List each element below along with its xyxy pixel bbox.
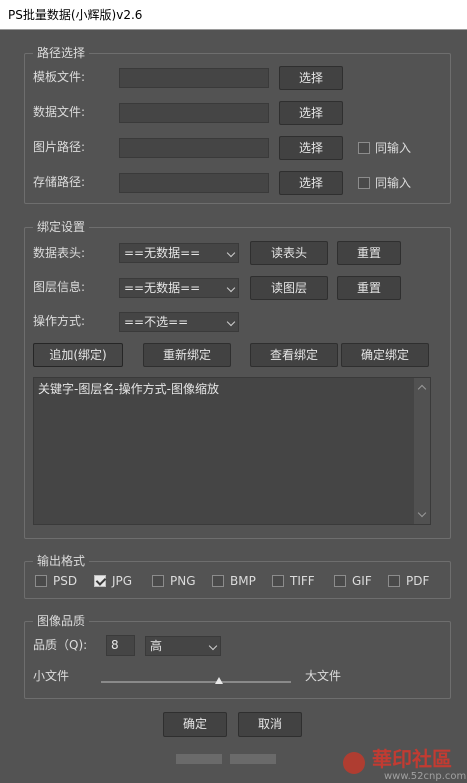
view-bind-button[interactable]: 查看绑定: [250, 343, 338, 367]
chevron-down-icon: [226, 248, 236, 258]
format-bmp-label: BMP: [230, 574, 256, 588]
quality-group: 图像品质 品质（Q): 8 高 小文件 大文件: [24, 613, 451, 699]
blurred-text: [230, 754, 276, 764]
ok-button[interactable]: 确定: [163, 712, 227, 737]
path-group-legend: 路径选择: [33, 45, 90, 61]
data-file-select-button[interactable]: 选择: [279, 101, 343, 125]
format-png-checkbox[interactable]: [152, 575, 164, 587]
format-tiff-checkbox[interactable]: [272, 575, 284, 587]
add-bind-button[interactable]: 追加(绑定): [33, 343, 123, 367]
template-file-select-button[interactable]: 选择: [279, 66, 343, 90]
image-path-label: 图片路径:: [33, 140, 86, 154]
path-group: 路径选择 模板文件: 选择 数据文件: 选择 图片路径: 选择 同输入 存储路径…: [24, 45, 451, 204]
format-jpg-label: JPG: [112, 574, 133, 588]
template-file-input[interactable]: [119, 68, 269, 88]
window-titlebar: PS批量数据(小辉版)v2.6: [0, 0, 467, 30]
operation-mode-label: 操作方式:: [33, 314, 86, 328]
chevron-down-icon: [208, 641, 218, 651]
image-path-same-label: 同输入: [375, 141, 412, 155]
save-path-select-button[interactable]: 选择: [279, 171, 343, 195]
reset-layer-button[interactable]: 重置: [337, 276, 401, 300]
image-path-input[interactable]: [119, 138, 269, 158]
layer-info-select-value: ==无数据==: [124, 281, 201, 295]
chevron-down-icon: [226, 317, 236, 327]
save-path-same-label: 同输入: [375, 176, 412, 190]
image-path-select-button[interactable]: 选择: [279, 136, 343, 160]
data-file-label: 数据文件:: [33, 105, 86, 119]
textarea-scrollbar[interactable]: [414, 378, 430, 524]
format-tiff-label: TIFF: [290, 574, 315, 588]
large-file-label: 大文件: [305, 669, 342, 683]
binding-textarea[interactable]: 关键字-图层名-操作方式-图像缩放: [33, 377, 431, 525]
scroll-down-icon[interactable]: [417, 508, 427, 518]
quality-slider-thumb[interactable]: [214, 677, 223, 684]
format-psd-label: PSD: [53, 574, 78, 588]
rebind-button[interactable]: 重新绑定: [143, 343, 231, 367]
quality-level-select-value: 高: [150, 639, 163, 653]
layer-info-select[interactable]: ==无数据==: [119, 278, 239, 298]
confirm-bind-button[interactable]: 确定绑定: [341, 343, 429, 367]
quality-slider-track[interactable]: [101, 681, 291, 683]
chevron-down-icon: [226, 283, 236, 293]
quality-group-legend: 图像品质: [33, 613, 90, 629]
read-header-button[interactable]: 读表头: [250, 241, 328, 265]
save-path-input[interactable]: [119, 173, 269, 193]
reset-header-button[interactable]: 重置: [337, 241, 401, 265]
window-title: PS批量数据(小辉版)v2.6: [8, 8, 143, 22]
format-gif-checkbox[interactable]: [334, 575, 346, 587]
read-layer-button[interactable]: 读图层: [250, 276, 328, 300]
data-header-label: 数据表头:: [33, 246, 86, 260]
quality-label: 品质（Q):: [33, 638, 88, 652]
format-group: 输出格式 PSD JPG PNG BMP TIFF GIF PDF: [24, 553, 451, 599]
format-jpg-checkbox[interactable]: [94, 575, 106, 587]
cancel-button[interactable]: 取消: [238, 712, 302, 737]
save-path-label: 存储路径:: [33, 175, 86, 189]
template-file-label: 模板文件:: [33, 70, 86, 84]
save-path-same-checkbox[interactable]: [358, 177, 370, 189]
quality-level-select[interactable]: 高: [145, 636, 221, 656]
format-psd-checkbox[interactable]: [35, 575, 47, 587]
blurred-text: [176, 754, 222, 764]
image-path-same-checkbox[interactable]: [358, 142, 370, 154]
layer-info-label: 图层信息:: [33, 280, 86, 294]
small-file-label: 小文件: [33, 669, 70, 683]
bind-group: 绑定设置 数据表头: ==无数据== 读表头 重置 图层信息: ==无数据== …: [24, 219, 451, 539]
format-png-label: PNG: [170, 574, 196, 588]
scroll-up-icon[interactable]: [417, 384, 427, 394]
format-pdf-checkbox[interactable]: [388, 575, 400, 587]
bind-group-legend: 绑定设置: [33, 219, 90, 235]
format-bmp-checkbox[interactable]: [212, 575, 224, 587]
format-pdf-label: PDF: [406, 574, 430, 588]
watermark-text: 華印社區: [372, 747, 452, 771]
format-gif-label: GIF: [352, 574, 372, 588]
data-header-select-value: ==无数据==: [124, 246, 201, 260]
quality-value-input[interactable]: 8: [106, 635, 135, 656]
operation-mode-select[interactable]: ==不选==: [119, 312, 239, 332]
data-header-select[interactable]: ==无数据==: [119, 243, 239, 263]
format-group-legend: 输出格式: [33, 553, 90, 569]
data-file-input[interactable]: [119, 103, 269, 123]
watermark-logo-icon: [343, 752, 365, 774]
operation-mode-select-value: ==不选==: [124, 315, 189, 329]
binding-textarea-text: 关键字-图层名-操作方式-图像缩放: [38, 382, 219, 396]
watermark-url: www.52cnp.com: [384, 771, 467, 782]
